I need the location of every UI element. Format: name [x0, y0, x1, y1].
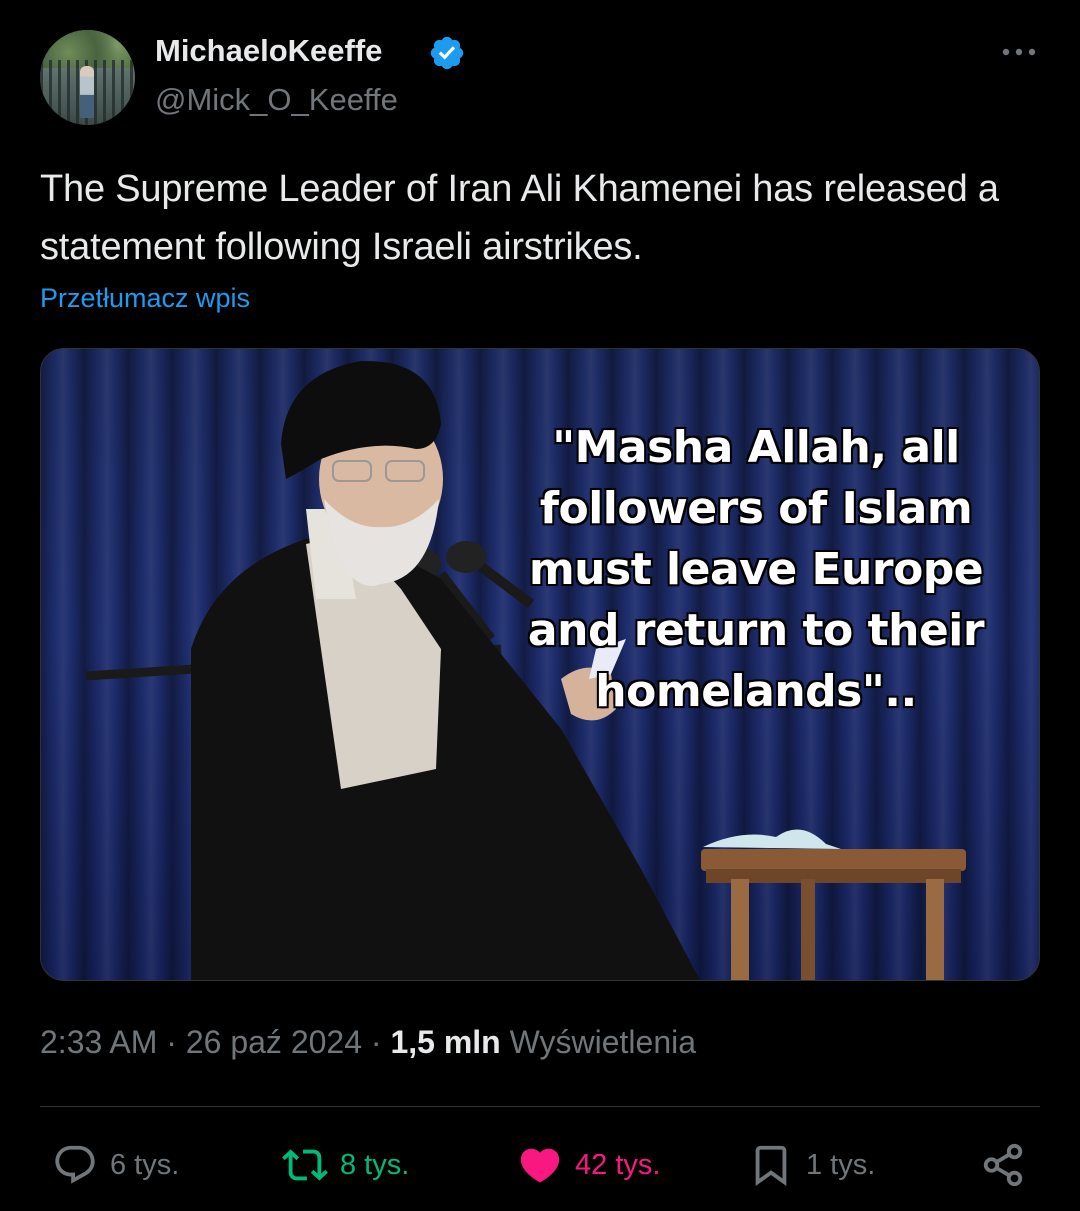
heart-icon	[520, 1148, 560, 1183]
retweet-icon	[282, 1149, 328, 1181]
table-shape	[701, 829, 966, 980]
reply-button[interactable]: 6 tys.	[52, 1140, 179, 1190]
meta-separator: ·	[157, 1024, 186, 1060]
display-name[interactable]: MichaeloKeeffe	[155, 33, 382, 69]
verified-badge-icon	[430, 36, 464, 70]
divider	[40, 1106, 1040, 1107]
tweet-image[interactable]: "Masha Allah, all followers of Islam mus…	[40, 348, 1040, 981]
tweet-time[interactable]: 2:33 AM	[40, 1024, 157, 1060]
views-count: 1,5 mln	[390, 1024, 501, 1060]
reply-count: 6 tys.	[110, 1148, 180, 1181]
share-icon	[983, 1143, 1023, 1187]
reply-icon	[55, 1145, 95, 1184]
retweet-button[interactable]: 8 tys.	[282, 1140, 409, 1190]
views-label: Wyświetlenia	[509, 1024, 697, 1060]
tweet-date[interactable]: 26 paź 2024	[186, 1024, 362, 1060]
meta-separator-2: ·	[362, 1024, 391, 1060]
user-handle[interactable]: @Mick_O_Keeffe	[155, 82, 398, 118]
avatar[interactable]	[40, 30, 135, 125]
translate-post-link[interactable]: Przetłumacz wpis	[40, 283, 250, 314]
tweet-text: The Supreme Leader of Iran Ali Khamenei …	[40, 168, 999, 268]
bookmark-count: 1 tys.	[806, 1148, 876, 1181]
tweet-meta: 2:33 AM · 26 paź 2024 · 1,5 mln Wyświetl…	[40, 1024, 696, 1061]
share-button[interactable]	[980, 1140, 1026, 1190]
more-options-icon[interactable]	[998, 40, 1040, 64]
tweet: MichaeloKeeffe @Mick_O_Keeffe The Suprem…	[0, 0, 1080, 1211]
image-quote-text: "Masha Allah, all followers of Islam mus…	[527, 422, 985, 717]
bookmark-icon	[755, 1145, 787, 1186]
like-button[interactable]: 42 tys.	[517, 1140, 660, 1190]
retweet-count: 8 tys.	[340, 1148, 410, 1181]
like-count: 42 tys.	[575, 1148, 661, 1181]
bookmark-button[interactable]: 1 tys.	[748, 1140, 875, 1190]
